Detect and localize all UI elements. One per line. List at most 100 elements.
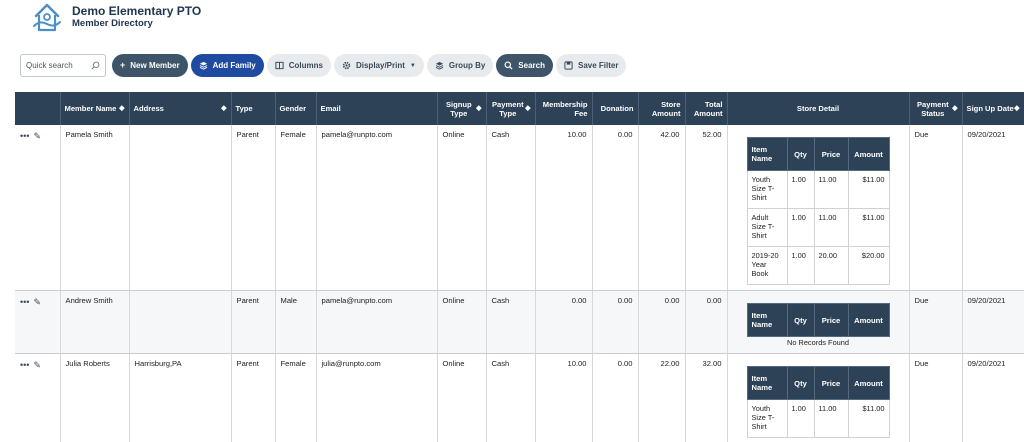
table-row[interactable]: ••• ✎ Andrew Smith Parent Male pamela@run… (15, 290, 1024, 354)
store-item-price: 20.00 (813, 246, 849, 285)
member-name-header[interactable]: Member Name ◆ (60, 92, 130, 125)
table-row[interactable]: ••• ✎ Pamela Smith Parent Female pamela@r… (15, 125, 1024, 291)
email-cell: pamela@runpto.com (316, 290, 438, 354)
store-detail-table: Item Name Qty Price Amount Youth Size T-Shir… (746, 366, 890, 438)
search-button[interactable]: Search (496, 54, 553, 77)
save-icon (564, 61, 573, 70)
signup-type-cell: Online (437, 353, 487, 442)
more-options-icon[interactable]: ••• (20, 360, 29, 370)
member-table-body: ••• ✎ Pamela Smith Parent Female pamela@r… (15, 125, 1024, 442)
store-item-qty: 1.00 (786, 170, 815, 209)
store-col-qty: Qty (786, 137, 815, 171)
payment-type-cell: Cash (486, 353, 536, 442)
store-item-row: 2019-20 Year Book 1.00 20.00 $20.00 (746, 246, 890, 285)
store-col-price: Price (813, 303, 849, 337)
new-member-label: New Member (130, 61, 180, 70)
store-item-price: 11.00 (813, 399, 849, 438)
table-row[interactable]: ••• ✎ Julia Roberts Harrisburg,PA Parent … (15, 353, 1024, 442)
type-cell: Parent (231, 290, 276, 354)
store-item-amount: $20.00 (847, 246, 890, 285)
store-col-amount: Amount (847, 303, 890, 337)
gender-header: Gender (275, 92, 317, 125)
payment-status-cell[interactable]: Due (909, 353, 963, 442)
store-item-row: Youth Size T-Shirt 1.00 11.00 $11.00 (746, 170, 890, 209)
address-header[interactable]: Address ◆ (129, 92, 232, 125)
payment-type-cell: Cash (486, 290, 536, 354)
gender-cell: Female (275, 125, 317, 291)
add-family-button[interactable]: Add Family (190, 54, 264, 77)
edit-icon[interactable]: ✎ (33, 297, 41, 308)
store-col-amount: Amount (847, 137, 890, 171)
save-filter-button[interactable]: Save Filter (555, 54, 627, 77)
address-header-label: Address (133, 104, 164, 113)
search-icon (91, 61, 100, 70)
quick-search-placeholder: Quick search (26, 61, 73, 70)
store-item-row: Adult Size T-Shirt 1.00 11.00 $11.00 (746, 208, 890, 247)
store-col-item-name: Item Name (746, 366, 788, 400)
search-icon (504, 61, 513, 70)
email-header: Email (316, 92, 438, 125)
store-item-price: 11.00 (813, 208, 849, 247)
store-col-item-name: Item Name (746, 303, 788, 337)
sign-up-date-header[interactable]: Sign Up Date ◆ (962, 92, 1024, 125)
display-print-label: Display/Print (355, 61, 405, 70)
donation-cell: 0.00 (592, 353, 639, 442)
sort-icon: ◆ (119, 105, 125, 112)
payment-status-cell[interactable]: Due (909, 125, 963, 291)
payment-type-header[interactable]: Payment Type ◆ (486, 92, 536, 125)
store-col-price: Price (813, 137, 849, 171)
gender-cell: Male (275, 290, 317, 354)
store-item-qty: 1.00 (786, 399, 815, 438)
membership-fee-cell: 10.00 (535, 125, 593, 291)
store-amount-cell: 0.00 (638, 290, 686, 354)
more-options-icon[interactable]: ••• (20, 131, 29, 141)
membership-fee-header: Membership Fee (535, 92, 593, 125)
toolbar: Quick search + New Member Add Family Col… (20, 54, 627, 77)
store-detail-cell: Item Name Qty Price Amount No Records Found (727, 290, 910, 354)
sort-icon: ◆ (525, 105, 531, 112)
search-label: Search (518, 61, 545, 70)
store-item-name: Youth Size T-Shirt (746, 399, 788, 438)
membership-fee-cell: 10.00 (535, 353, 593, 442)
store-col-qty: Qty (786, 366, 815, 400)
signup-type-cell: Online (437, 125, 487, 291)
type-cell: Parent (231, 125, 276, 291)
group-by-button[interactable]: Group By (426, 54, 494, 77)
table-header-row: Member Name ◆ Address ◆ Type Gender Email … (15, 92, 1024, 125)
quick-search-input[interactable]: Quick search (20, 54, 106, 77)
org-name: Demo Elementary PTO (72, 4, 202, 18)
payment-status-cell[interactable]: Due (909, 290, 963, 354)
donation-cell: 0.00 (592, 125, 639, 291)
donation-cell: 0.00 (592, 290, 639, 354)
store-item-amount: $11.00 (847, 399, 890, 438)
edit-icon[interactable]: ✎ (33, 360, 41, 371)
store-detail-cell: Item Name Qty Price Amount Youth Size T-Shir… (727, 125, 910, 291)
store-item-name: Adult Size T-Shirt (746, 208, 788, 247)
sort-icon: ◆ (952, 105, 958, 112)
sign-up-date-cell: 09/20/2021 (962, 125, 1024, 291)
display-print-button[interactable]: Display/Print ▼ (333, 54, 424, 77)
store-item-amount: $11.00 (847, 170, 890, 209)
layers-icon (435, 61, 444, 70)
member-name-header-label: Member Name (64, 104, 117, 113)
member-table: Member Name ◆ Address ◆ Type Gender Email … (15, 92, 1024, 442)
more-options-icon[interactable]: ••• (20, 297, 29, 307)
store-detail-cell: Item Name Qty Price Amount Youth Size T-Shir… (727, 353, 910, 442)
sort-icon: ◆ (476, 105, 482, 112)
gender-cell: Female (275, 353, 317, 442)
store-detail-header-row: Item Name Qty Price Amount (746, 366, 890, 400)
save-filter-label: Save Filter (577, 61, 619, 70)
columns-button[interactable]: Columns (266, 54, 331, 77)
new-member-button[interactable]: + New Member (112, 54, 188, 77)
membership-fee-cell: 0.00 (535, 290, 593, 354)
member-name-cell: Julia Roberts (60, 353, 130, 442)
plus-icon: + (120, 60, 126, 70)
sign-up-date-cell: 09/20/2021 (962, 353, 1024, 442)
page-subtitle: Member Directory (72, 18, 153, 29)
signup-type-header[interactable]: Signup Type ◆ (437, 92, 487, 125)
payment-status-header[interactable]: Payment Status ◆ (909, 92, 963, 125)
donation-header: Donation (592, 92, 639, 125)
edit-icon[interactable]: ✎ (33, 131, 41, 142)
no-records-message: No Records Found (747, 336, 889, 348)
store-col-price: Price (813, 366, 849, 400)
